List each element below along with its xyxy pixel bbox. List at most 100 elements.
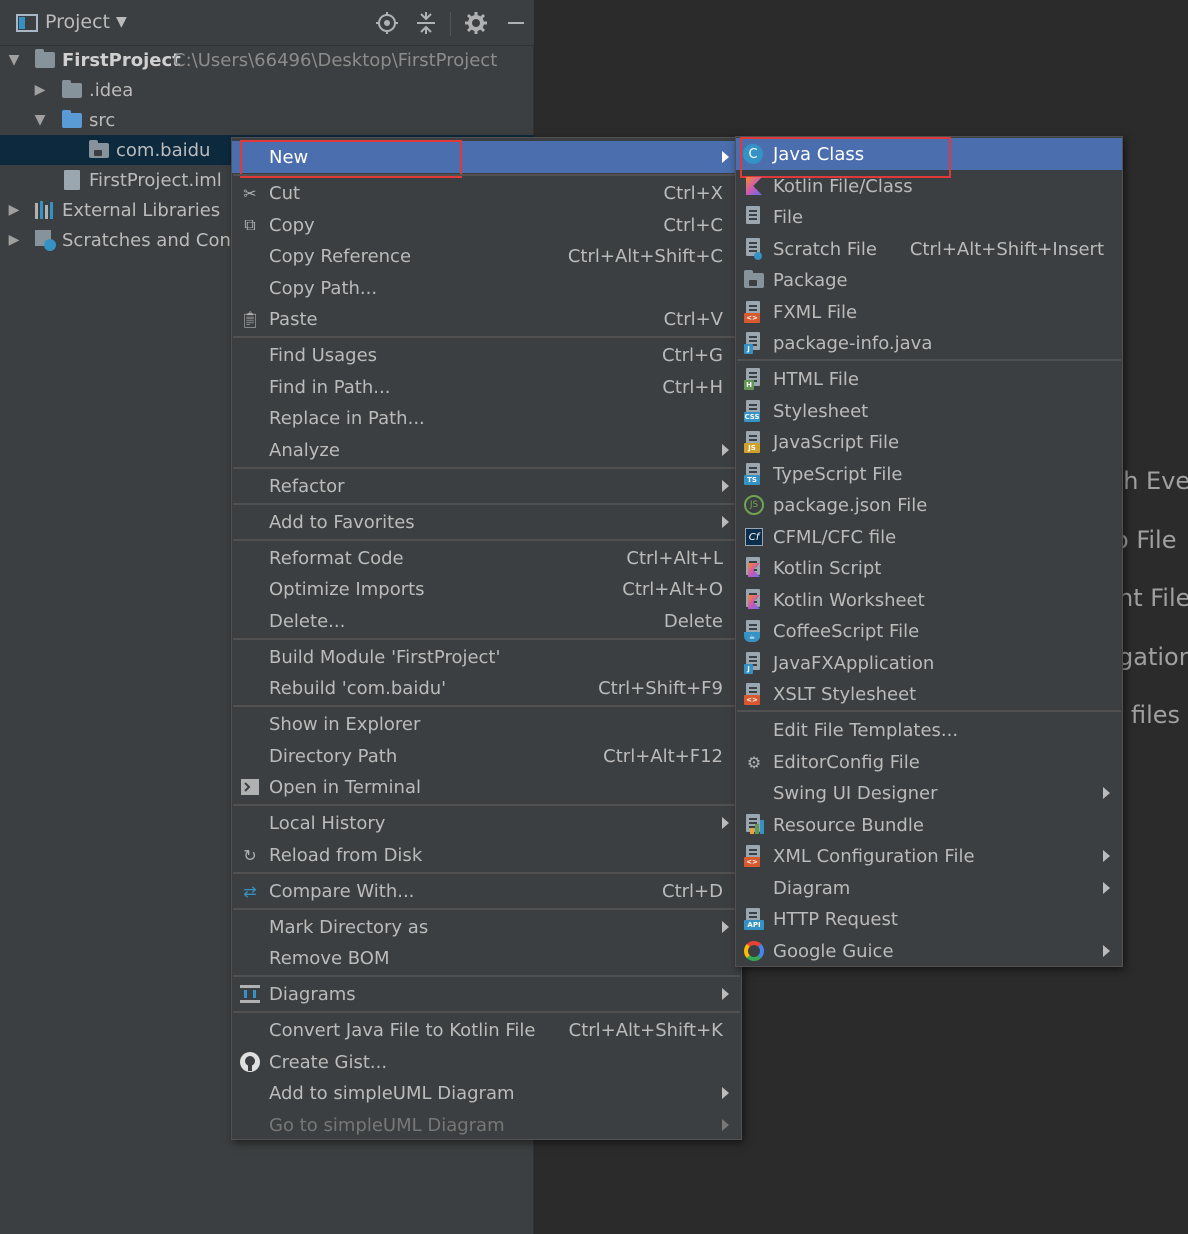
menu-item-compare-with[interactable]: ⇄ Compare With... Ctrl+D [232,875,741,907]
menu-item-label: Mark Directory as [269,916,429,938]
menu-item-remove-bom[interactable]: Remove BOM [232,942,741,974]
submenu-arrow-icon [722,516,729,528]
menu-item-convert-to-kotlin[interactable]: Convert Java File to Kotlin File Ctrl+Al… [232,1014,741,1046]
menu-item-mark-directory-as[interactable]: Mark Directory as [232,911,741,943]
java-class-icon: C [743,144,763,164]
submenu-item-kotlin-worksheet[interactable]: Kotlin Worksheet [736,584,1122,616]
tree-item-idea[interactable]: ▶ .idea [0,75,534,105]
expanded-arrow-icon[interactable]: ▼ [32,112,48,128]
menu-item-label: HTTP Request [773,908,898,930]
menu-item-label: Show in Explorer [269,713,421,735]
submenu-item-stylesheet[interactable]: CSS Stylesheet [736,395,1122,427]
menu-item-diagrams[interactable]: Diagrams [232,978,741,1010]
shortcut-label: Ctrl+V [663,308,723,330]
menu-item-label: FXML File [773,301,858,323]
menu-item-label: CoffeeScript File [773,620,920,642]
menu-item-cut[interactable]: ✂ Cut Ctrl+X [232,177,741,209]
locate-icon[interactable] [374,10,400,36]
submenu-item-javafx-application[interactable]: J JavaFXApplication [736,647,1122,679]
coffeescript-file-icon: ☕︎ [744,620,764,642]
menu-item-build-module[interactable]: Build Module 'FirstProject' [232,641,741,673]
chevron-down-icon[interactable]: ▼ [116,14,127,30]
shortcut-label: Ctrl+Alt+Shift+Insert [909,238,1104,260]
submenu-item-edit-file-templates[interactable]: Edit File Templates... [736,714,1122,746]
menu-item-add-to-favorites[interactable]: Add to Favorites [232,506,741,538]
submenu-item-cfml-file[interactable]: Cf CFML/CFC file [736,521,1122,553]
project-view-icon [14,10,40,36]
menu-item-label: Build Module 'FirstProject' [269,646,501,668]
menu-item-refactor[interactable]: Refactor [232,470,741,502]
submenu-arrow-icon [1103,945,1110,957]
file-icon [744,206,764,228]
menu-item-analyze[interactable]: Analyze [232,434,741,466]
shortcut-label: Ctrl+G [661,344,723,366]
menu-item-local-history[interactable]: Local History [232,807,741,839]
menu-item-find-usages[interactable]: Find Usages Ctrl+G [232,339,741,371]
submenu-item-scratch-file[interactable]: Scratch File Ctrl+Alt+Shift+Insert [736,233,1122,265]
collapsed-arrow-icon[interactable]: ▶ [6,232,22,248]
menu-item-label: Add to simpleUML Diagram [269,1082,515,1104]
submenu-arrow-icon [1103,850,1110,862]
submenu-item-google-guice[interactable]: Google Guice [736,935,1122,967]
collapse-all-icon[interactable] [413,10,439,36]
menu-item-copy-reference[interactable]: Copy Reference Ctrl+Alt+Shift+C [232,240,741,272]
submenu-item-javascript-file[interactable]: JS JavaScript File [736,426,1122,458]
menu-item-rebuild[interactable]: Rebuild 'com.baidu' Ctrl+Shift+F9 [232,672,741,704]
tree-item-firstproject[interactable]: ▼ FirstProject C:\Users\66496\Desktop\Fi… [0,45,534,75]
menu-item-add-to-simpleuml[interactable]: Add to simpleUML Diagram [232,1077,741,1109]
menu-item-create-gist[interactable]: Create Gist... [232,1046,741,1078]
submenu-item-package[interactable]: Package [736,264,1122,296]
menu-item-copy-path[interactable]: Copy Path... [232,272,741,304]
collapsed-arrow-icon[interactable]: ▶ [6,202,22,218]
submenu-item-fxml-file[interactable]: <> FXML File [736,296,1122,328]
menu-item-label: Diagram [773,877,851,899]
menu-item-label: Edit File Templates... [773,719,959,741]
submenu-item-kotlin-file-class[interactable]: Kotlin File/Class [736,170,1122,202]
submenu-item-swing-ui-designer[interactable]: Swing UI Designer [736,777,1122,809]
menu-item-reformat-code[interactable]: Reformat Code Ctrl+Alt+L [232,542,741,574]
submenu-item-html-file[interactable]: H HTML File [736,363,1122,395]
http-request-icon: API [744,908,764,930]
tree-item-src[interactable]: ▼ src [0,105,534,135]
menu-item-label: Rebuild 'com.baidu' [269,677,447,699]
menu-item-optimize-imports[interactable]: Optimize Imports Ctrl+Alt+O [232,573,741,605]
project-panel-header: Project ▼ [0,0,534,46]
tree-item-label: External Libraries [62,199,221,221]
menu-item-open-in-terminal[interactable]: Open in Terminal [232,771,741,803]
diagrams-icon [239,983,261,1005]
minimize-icon[interactable] [503,10,529,36]
menu-item-new[interactable]: New [232,141,741,173]
submenu-item-xml-configuration-file[interactable]: <> XML Configuration File [736,840,1122,872]
submenu-item-package-json[interactable]: JS package.json File [736,489,1122,521]
submenu-item-xslt-stylesheet[interactable]: <> XSLT Stylesheet [736,678,1122,710]
submenu-item-http-request[interactable]: API HTTP Request [736,903,1122,935]
libraries-icon [35,201,57,221]
submenu-item-resource-bundle[interactable]: Resource Bundle [736,809,1122,841]
submenu-item-file[interactable]: File [736,201,1122,233]
menu-item-reload-from-disk[interactable]: ↻ Reload from Disk [232,839,741,871]
menu-item-paste[interactable]: 📋︎ Paste Ctrl+V [232,303,741,335]
cfml-file-icon: Cf [745,528,763,546]
menu-item-delete[interactable]: Delete... Delete [232,605,741,637]
menu-item-label: Cut [269,182,301,204]
collapsed-arrow-icon[interactable]: ▶ [32,82,48,98]
copy-icon: ⧉ [244,215,256,234]
submenu-item-java-class[interactable]: C Java Class [736,138,1122,170]
expanded-arrow-icon[interactable]: ▼ [6,52,22,68]
menu-item-find-in-path[interactable]: Find in Path... Ctrl+H [232,371,741,403]
submenu-item-diagram[interactable]: Diagram [736,872,1122,904]
gear-icon[interactable] [463,10,489,36]
submenu-item-kotlin-script[interactable]: Kotlin Script [736,552,1122,584]
menu-item-show-in-explorer[interactable]: Show in Explorer [232,708,741,740]
submenu-item-typescript-file[interactable]: TS TypeScript File [736,458,1122,490]
submenu-item-editorconfig-file[interactable]: ⚙ EditorConfig File [736,746,1122,778]
resource-bundle-icon [744,814,764,836]
project-view-selector[interactable]: Project [45,11,110,33]
menu-item-copy[interactable]: ⧉ Copy Ctrl+C [232,209,741,241]
submenu-item-package-info[interactable]: J package-info.java [736,327,1122,359]
submenu-arrow-icon [1103,882,1110,894]
submenu-item-coffeescript-file[interactable]: ☕︎ CoffeeScript File [736,615,1122,647]
menu-item-replace-in-path[interactable]: Replace in Path... [232,402,741,434]
menu-item-label: Analyze [269,439,340,461]
menu-item-directory-path[interactable]: Directory Path Ctrl+Alt+F12 [232,740,741,772]
